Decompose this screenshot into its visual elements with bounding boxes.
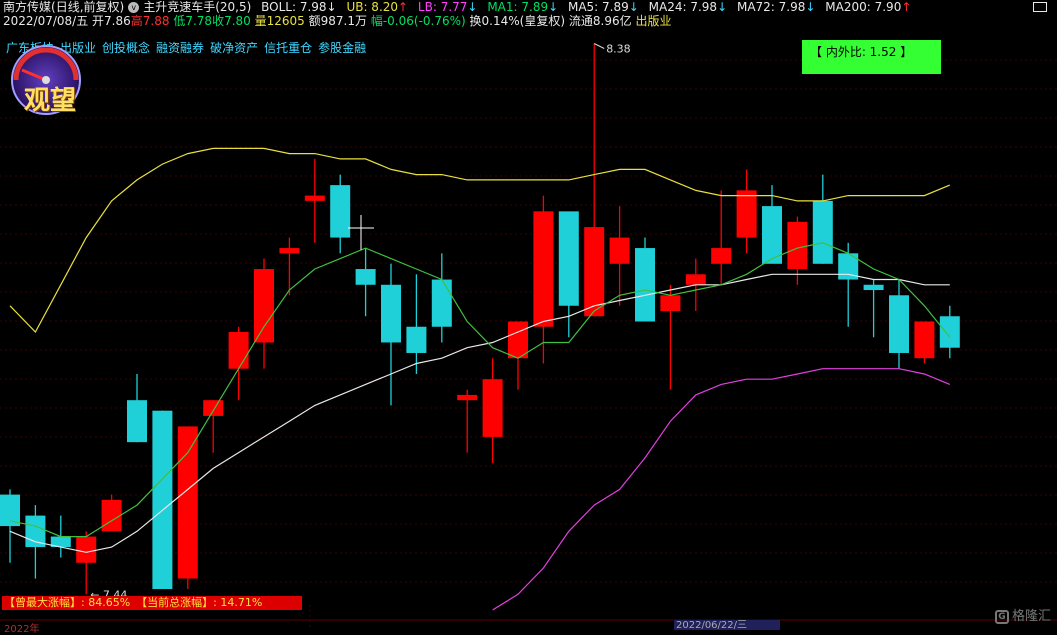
candle-body <box>304 195 325 201</box>
signal-label: 观望 <box>24 86 77 116</box>
high-price-label: 8.38 <box>606 42 631 55</box>
candle-body <box>355 269 376 285</box>
candle-body <box>381 284 401 343</box>
candle-body <box>711 248 732 264</box>
candle-body <box>152 410 173 590</box>
candle-body <box>584 227 605 317</box>
candle-body <box>203 400 224 416</box>
candle-body <box>279 248 300 254</box>
concept-tag[interactable]: 创投概念 <box>102 41 150 55</box>
max-gain: 【曾最大涨幅】: 84.65% <box>4 596 131 609</box>
candle-body <box>101 499 122 532</box>
candlestick-chart[interactable]: 8.38← 7.44 <box>0 0 1057 628</box>
candle-body <box>812 200 833 264</box>
watermark: G 格隆汇 <box>994 605 1051 624</box>
candle-body <box>736 190 757 238</box>
candle-body <box>558 211 579 306</box>
candle-body <box>914 321 935 359</box>
candle-body <box>127 400 147 443</box>
inner-outer-ratio-box: 【 内外比: 1.52 】 <box>802 40 941 74</box>
high-marker-line <box>593 43 605 49</box>
lb-line <box>492 368 951 611</box>
candle-body <box>482 379 503 437</box>
cursor-date-label: 2022/06/22/三 <box>674 620 780 630</box>
candle-body <box>228 331 249 369</box>
concept-tag[interactable]: 破净资产 <box>210 41 258 55</box>
candle-body <box>533 211 554 327</box>
current-gain: 【当前总涨幅】: 14.71% <box>136 596 263 609</box>
candle-body <box>660 295 681 312</box>
boll-line <box>9 273 950 553</box>
concept-tag[interactable]: 融资融券 <box>156 41 204 55</box>
brand-logo-icon: G <box>994 609 1009 624</box>
candle-body <box>889 295 909 353</box>
candle-body <box>431 279 452 327</box>
candle-body <box>76 536 97 563</box>
candle-body <box>330 185 351 238</box>
candle-body <box>406 326 427 353</box>
candle-body <box>508 321 528 359</box>
candle-body <box>457 394 478 401</box>
ma-line <box>9 242 951 538</box>
candle-body <box>635 248 655 322</box>
gain-stats: 【曾最大涨幅】: 84.65% 【当前总涨幅】: 14.71% <box>2 596 302 610</box>
watermark-text: 格隆汇 <box>1011 609 1051 624</box>
candle-body <box>177 426 198 579</box>
concept-tag[interactable]: 参股金融 <box>318 41 366 55</box>
candle-body <box>685 274 706 285</box>
candle-body <box>609 237 630 264</box>
candle-body <box>254 269 274 343</box>
candle-body <box>863 284 884 291</box>
concept-tag[interactable]: 信托重仓 <box>264 41 312 55</box>
candle-body <box>787 221 808 270</box>
candle-body <box>939 316 960 348</box>
